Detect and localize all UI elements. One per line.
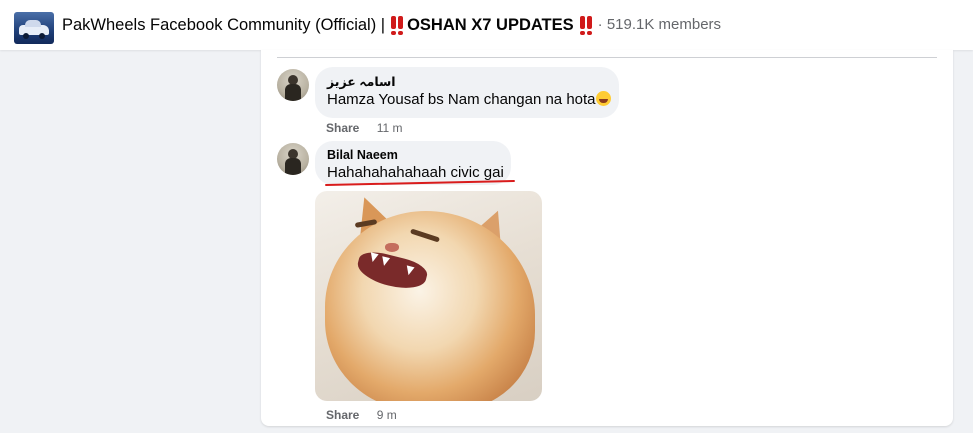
comment-bubble: Bilal Naeem Hahahahahahaah civic gai [315,141,511,185]
comment-bubble: اسامہ عزیز Hamza Yousaf bs Nam changan n… [315,67,619,118]
comment-author[interactable]: اسامہ عزیز [327,74,607,90]
comment-actions: Share 11 m [326,121,403,135]
avatar[interactable] [277,143,309,175]
divider [277,57,937,58]
wheel-icon [39,33,45,39]
header-title: PakWheels Facebook Community (Official) … [62,15,721,35]
group-header: PakWheels Facebook Community (Official) … [0,0,973,50]
comment-text: Hamza Yousaf bs Nam changan na hota [327,90,611,110]
comment-timestamp[interactable]: 11 m [377,121,403,135]
rolling-on-floor-laughing-icon [595,91,611,106]
share-button[interactable]: Share [326,121,359,135]
comments-card: اسامہ عزیز Hamza Yousaf bs Nam changan n… [261,50,953,426]
post-title: OSHAN X7 UPDATES [407,16,574,34]
group-name[interactable]: PakWheels Facebook Community (Official) … [62,15,385,35]
double-exclamation-icon [388,16,404,35]
comment-author[interactable]: Bilal Naeem [327,147,499,163]
member-count: · 519.1K members [597,16,722,33]
share-button[interactable]: Share [326,408,359,422]
comment-actions: Share 9 m [326,408,397,422]
cat-nose [385,243,399,252]
laughing-cat-image[interactable] [315,191,542,401]
group-avatar[interactable] [14,12,54,44]
wheel-icon [23,33,29,39]
comment-timestamp[interactable]: 9 m [377,408,397,422]
avatar[interactable] [277,69,309,101]
double-exclamation-icon [577,16,593,35]
